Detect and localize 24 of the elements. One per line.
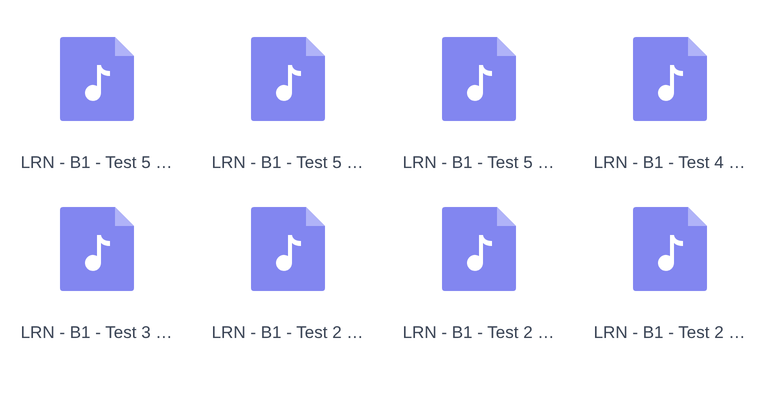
file-item[interactable]: LRN - B1 - Test 4 …	[574, 37, 765, 173]
music-file-icon	[632, 207, 706, 291]
file-item[interactable]: LRN - B1 - Test 5 …	[192, 37, 383, 173]
file-item[interactable]: LRN - B1 - Test 5 …	[383, 37, 574, 173]
music-file-icon	[250, 207, 324, 291]
file-name: LRN - B1 - Test 5 …	[212, 153, 364, 173]
file-name: LRN - B1 - Test 2 …	[402, 323, 554, 343]
music-file-icon	[60, 207, 134, 291]
music-file-icon	[632, 37, 706, 121]
music-file-icon	[442, 37, 516, 121]
music-file-icon	[250, 37, 324, 121]
file-name: LRN - B1 - Test 3 …	[20, 323, 172, 343]
music-file-icon	[442, 207, 516, 291]
file-name: LRN - B1 - Test 4 …	[594, 153, 746, 173]
file-item[interactable]: LRN - B1 - Test 5 …	[1, 37, 192, 173]
file-name: LRN - B1 - Test 5 …	[20, 153, 172, 173]
file-item[interactable]: LRN - B1 - Test 2 …	[192, 207, 383, 343]
file-name: LRN - B1 - Test 2 …	[212, 323, 364, 343]
file-name: LRN - B1 - Test 5 …	[402, 153, 554, 173]
file-item[interactable]: LRN - B1 - Test 3 …	[1, 207, 192, 343]
file-item[interactable]: LRN - B1 - Test 2 …	[383, 207, 574, 343]
file-name: LRN - B1 - Test 2 …	[594, 323, 746, 343]
file-item[interactable]: LRN - B1 - Test 2 …	[574, 207, 765, 343]
music-file-icon	[60, 37, 134, 121]
